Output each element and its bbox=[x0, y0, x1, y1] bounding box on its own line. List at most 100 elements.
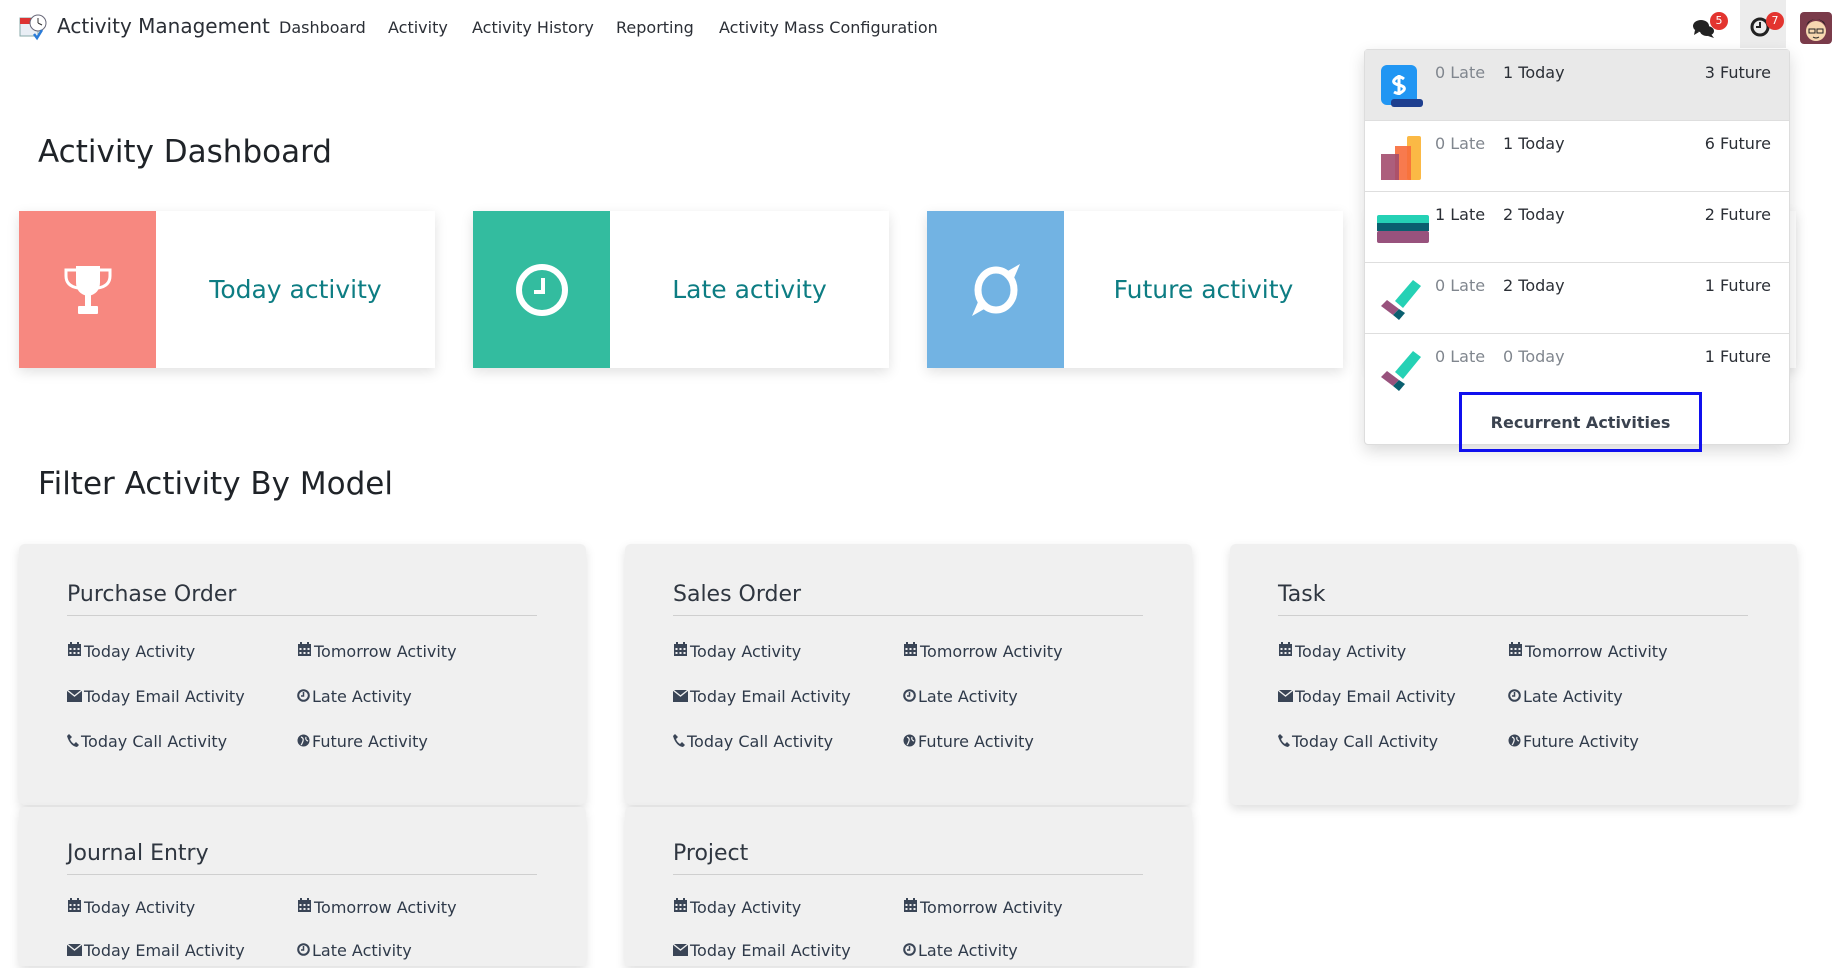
link-label: Today Email Activity bbox=[84, 687, 245, 706]
link-tomorrow-activity[interactable]: Tomorrow Activity bbox=[297, 896, 537, 919]
trophy-icon bbox=[19, 211, 156, 368]
link-today-call-activity[interactable]: Today Call Activity bbox=[67, 730, 297, 753]
model-panel-project: Project Today Activity Tomorrow Activity To… bbox=[625, 807, 1192, 966]
link-today-activity[interactable]: Today Activity bbox=[673, 640, 903, 663]
stat-card-today-activity[interactable]: Today activity bbox=[19, 211, 435, 368]
link-late-activity[interactable]: Late Activity bbox=[1508, 685, 1748, 708]
envelope-icon bbox=[672, 687, 689, 706]
link-label: Future Activity bbox=[1523, 732, 1639, 751]
stat-card-label: Today activity bbox=[209, 275, 382, 304]
nav-activity[interactable]: Activity bbox=[388, 18, 448, 37]
link-future-activity[interactable]: Future Activity bbox=[903, 730, 1143, 753]
link-today-call-activity[interactable]: Today Call Activity bbox=[1278, 730, 1508, 753]
activity-future-count[interactable]: 3 Future bbox=[1705, 63, 1771, 82]
link-today-email-activity[interactable]: Today Email Activity bbox=[672, 685, 903, 708]
app-brand[interactable]: Activity Management bbox=[57, 14, 270, 38]
link-tomorrow-activity[interactable]: Tomorrow Activity bbox=[903, 896, 1143, 919]
link-tomorrow-activity[interactable]: Tomorrow Activity bbox=[1508, 640, 1748, 663]
link-label: Today Email Activity bbox=[690, 687, 851, 706]
link-tomorrow-activity[interactable]: Tomorrow Activity bbox=[297, 640, 537, 663]
link-label: Today Activity bbox=[690, 642, 802, 661]
clock-icon bbox=[297, 941, 310, 960]
link-today-email-activity[interactable]: Today Email Activity bbox=[672, 939, 903, 962]
messages-button[interactable]: 5 bbox=[1692, 12, 1728, 40]
model-panel-task: Task Today Activity Tomorrow Activity Today… bbox=[1230, 544, 1797, 805]
recurrent-activities-button[interactable]: Recurrent Activities bbox=[1459, 392, 1702, 452]
nav-reporting[interactable]: Reporting bbox=[616, 18, 694, 37]
activity-row-sales[interactable]: 0 Late 1 Today 6 Future bbox=[1365, 121, 1789, 192]
link-label: Late Activity bbox=[312, 941, 412, 960]
model-panel-purchase-order: Purchase Order Today Activity Tomorrow Act… bbox=[19, 544, 586, 805]
calendar-icon bbox=[67, 642, 82, 661]
link-label: Today Call Activity bbox=[1292, 732, 1439, 751]
activity-today-count[interactable]: 2 Today bbox=[1503, 205, 1565, 224]
activity-row-purchase[interactable]: 1 Late 2 Today 2 Future bbox=[1365, 192, 1789, 263]
orbit-icon bbox=[927, 211, 1064, 368]
activity-future-count[interactable]: 2 Future bbox=[1705, 205, 1771, 224]
stat-card-future-activity[interactable]: Future activity bbox=[927, 211, 1343, 368]
model-links: Today Activity Tomorrow Activity Today Ema… bbox=[1277, 640, 1749, 753]
link-late-activity[interactable]: Late Activity bbox=[297, 685, 537, 708]
clock-icon bbox=[903, 687, 916, 706]
calendar-icon bbox=[297, 642, 312, 661]
nav-activity-history[interactable]: Activity History bbox=[472, 18, 594, 37]
calendar-icon bbox=[903, 642, 918, 661]
activity-future-count[interactable]: 1 Future bbox=[1705, 276, 1771, 295]
link-today-activity[interactable]: Today Activity bbox=[67, 640, 297, 663]
link-today-email-activity[interactable]: Today Email Activity bbox=[66, 939, 297, 962]
user-avatar[interactable] bbox=[1800, 12, 1832, 44]
nav-dashboard[interactable]: Dashboard bbox=[279, 18, 366, 37]
activities-button[interactable]: 7 bbox=[1740, 0, 1786, 48]
link-today-email-activity[interactable]: Today Email Activity bbox=[1277, 685, 1508, 708]
model-panel-journal-entry: Journal Entry Today Activity Tomorrow Acti… bbox=[19, 807, 586, 966]
stat-card-label: Late activity bbox=[672, 275, 827, 304]
link-today-activity[interactable]: Today Activity bbox=[673, 896, 903, 919]
phone-icon bbox=[67, 732, 79, 751]
stat-card-late-activity[interactable]: Late activity bbox=[473, 211, 889, 368]
model-panel-title: Journal Entry bbox=[67, 841, 537, 875]
calendar-icon bbox=[673, 642, 688, 661]
activity-late-count[interactable]: 0 Late bbox=[1435, 276, 1485, 295]
link-late-activity[interactable]: Late Activity bbox=[297, 939, 537, 962]
activity-today-count[interactable]: 0 Today bbox=[1503, 347, 1565, 366]
link-future-activity[interactable]: Future Activity bbox=[297, 730, 537, 753]
activity-future-count[interactable]: 1 Future bbox=[1705, 347, 1771, 366]
nav-activity-mass-configuration[interactable]: Activity Mass Configuration bbox=[719, 18, 938, 37]
link-today-call-activity[interactable]: Today Call Activity bbox=[673, 730, 903, 753]
envelope-icon bbox=[66, 687, 83, 706]
link-today-activity[interactable]: Today Activity bbox=[67, 896, 297, 919]
clock-icon bbox=[473, 211, 610, 368]
project-app-icon bbox=[1377, 276, 1425, 324]
model-panel-sales-order: Sales Order Today Activity Tomorrow Activi… bbox=[625, 544, 1192, 805]
app-logo[interactable] bbox=[18, 12, 48, 42]
link-label: Late Activity bbox=[918, 941, 1018, 960]
calendar-icon bbox=[297, 898, 312, 917]
activity-today-count[interactable]: 1 Today bbox=[1503, 63, 1565, 82]
activity-row-project[interactable]: 0 Late 2 Today 1 Future bbox=[1365, 263, 1789, 334]
link-label: Late Activity bbox=[1523, 687, 1623, 706]
activity-future-count[interactable]: 6 Future bbox=[1705, 134, 1771, 153]
link-late-activity[interactable]: Late Activity bbox=[903, 685, 1143, 708]
link-late-activity[interactable]: Late Activity bbox=[903, 939, 1143, 962]
activity-today-count[interactable]: 2 Today bbox=[1503, 276, 1565, 295]
link-tomorrow-activity[interactable]: Tomorrow Activity bbox=[903, 640, 1143, 663]
sales-app-icon bbox=[1377, 134, 1425, 182]
phone-icon bbox=[673, 732, 685, 751]
link-future-activity[interactable]: Future Activity bbox=[1508, 730, 1748, 753]
activity-today-count[interactable]: 1 Today bbox=[1503, 134, 1565, 153]
page-title: Activity Dashboard bbox=[38, 134, 332, 170]
activity-late-count[interactable]: 0 Late bbox=[1435, 347, 1485, 366]
model-panel-title: Sales Order bbox=[673, 582, 1143, 616]
link-today-activity[interactable]: Today Activity bbox=[1278, 640, 1508, 663]
link-today-email-activity[interactable]: Today Email Activity bbox=[66, 685, 297, 708]
purchase-app-icon bbox=[1377, 205, 1429, 253]
activity-row-invoicing[interactable]: 0 Late 1 Today 3 Future bbox=[1365, 50, 1789, 121]
calendar-icon bbox=[673, 898, 688, 917]
activity-late-count[interactable]: 0 Late bbox=[1435, 134, 1485, 153]
model-links: Today Activity Tomorrow Activity Today Ema… bbox=[66, 640, 538, 753]
model-links: Today Activity Tomorrow Activity Today Ema… bbox=[672, 640, 1144, 753]
link-label: Late Activity bbox=[312, 687, 412, 706]
activity-late-count[interactable]: 0 Late bbox=[1435, 63, 1485, 82]
activity-late-count[interactable]: 1 Late bbox=[1435, 205, 1485, 224]
calendar-icon bbox=[1278, 642, 1293, 661]
